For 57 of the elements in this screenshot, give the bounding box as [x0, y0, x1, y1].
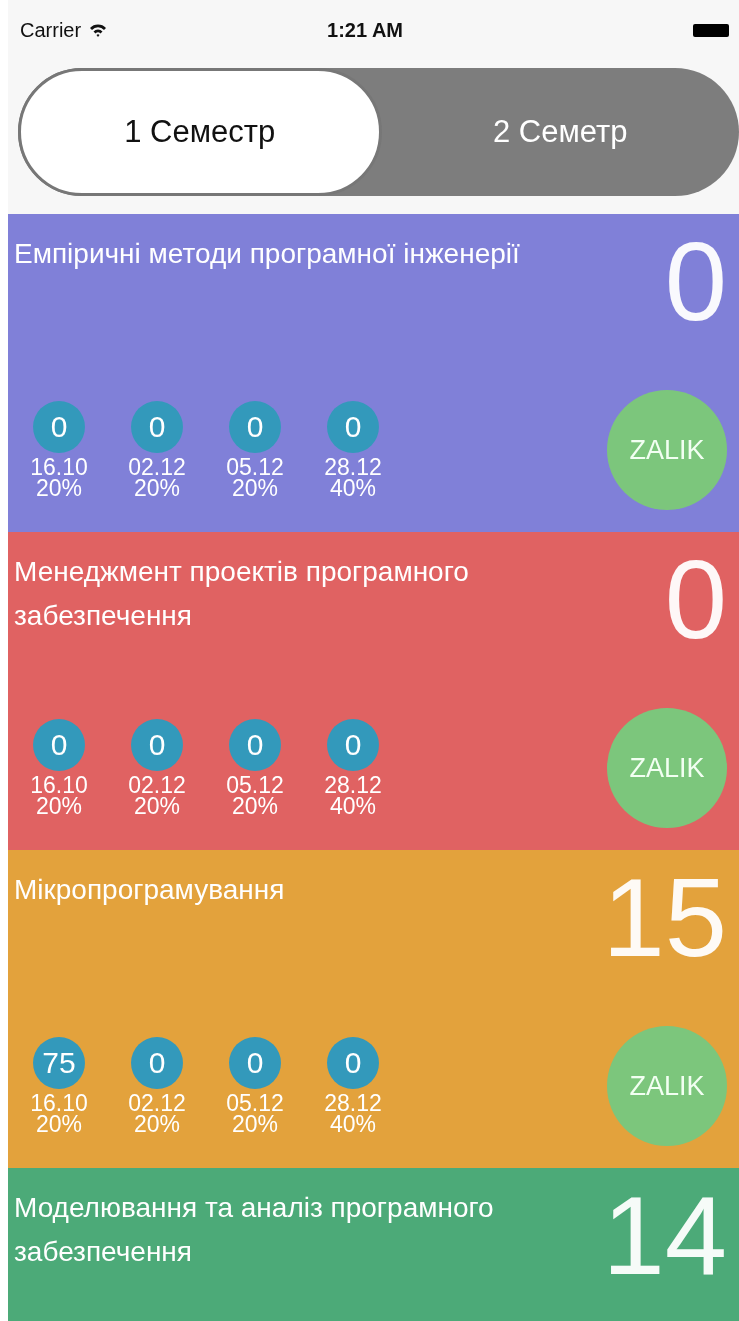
mark-date: 02.12 — [128, 457, 186, 478]
zalik-button[interactable]: ZALIK — [607, 1026, 727, 1146]
mark-weight: 20% — [35, 796, 82, 817]
subject-score: 15 — [602, 862, 727, 974]
mark-weight: 40% — [329, 796, 376, 817]
mark-date: 05.12 — [226, 457, 284, 478]
mark-value: 0 — [131, 719, 183, 771]
subject-score: 0 — [664, 544, 727, 656]
mark-date: 16.10 — [30, 775, 88, 796]
mark-date: 02.12 — [128, 775, 186, 796]
subject-title: Емпіричні методи програмної інженерії — [14, 237, 520, 271]
mark-weight: 20% — [133, 796, 180, 817]
mark-value: 75 — [33, 1037, 85, 1089]
subject-card[interactable]: Менеджмент проектів програмного забезпечення 0 0 16.10 20% 0 02.12 20% 0 05.12 20% 0 28.12 40% ZALIK — [8, 532, 739, 850]
subject-card[interactable]: Мікропрограмування 15 75 16.10 20% 0 02.12 20% 0 05.12 20% 0 28.12 40% ZALIK — [8, 850, 739, 1168]
mark-weight: 20% — [231, 478, 278, 499]
subject-title: Моделювання та аналіз програмного забезпечення — [14, 1191, 495, 1269]
mark-date: 28.12 — [324, 1093, 382, 1114]
mark-value: 0 — [33, 719, 85, 771]
mark-value: 0 — [131, 401, 183, 453]
mark-weight: 20% — [133, 478, 180, 499]
mark-weight: 20% — [231, 1114, 278, 1135]
mark-value: 0 — [33, 401, 85, 453]
semester-tab[interactable]: 2 Семетр — [381, 68, 739, 196]
mark-date: 28.12 — [324, 457, 382, 478]
mark-date: 05.12 — [226, 775, 284, 796]
mark-weight: 20% — [35, 1114, 82, 1135]
mark-date: 05.12 — [226, 1093, 284, 1114]
subject-title: Мікропрограмування — [14, 873, 285, 907]
subject-title: Менеджмент проектів програмного забезпечення — [14, 555, 470, 633]
mark-value: 0 — [327, 401, 379, 453]
mark-value: 0 — [131, 1037, 183, 1089]
subject-score: 0 — [664, 226, 727, 338]
wifi-icon — [89, 23, 108, 37]
mark-value: 0 — [229, 719, 281, 771]
mark-value: 0 — [327, 719, 379, 771]
mark-value: 0 — [229, 401, 281, 453]
mark-weight: 20% — [133, 1114, 180, 1135]
subject-card[interactable]: Емпіричні методи програмної інженерії 0 0 16.10 20% 0 02.12 20% 0 05.12 20% 0 28.12 40% ZALIK — [8, 214, 739, 532]
semester-tab[interactable]: 1 Семестр — [18, 68, 382, 196]
mark-date: 16.10 — [30, 457, 88, 478]
mark-weight: 20% — [35, 478, 82, 499]
zalik-button[interactable]: ZALIK — [607, 390, 727, 510]
mark-value: 0 — [229, 1037, 281, 1089]
mark-weight: 40% — [329, 478, 376, 499]
mark-date: 16.10 — [30, 1093, 88, 1114]
zalik-button[interactable]: ZALIK — [607, 708, 727, 828]
mark-weight: 20% — [231, 796, 278, 817]
mark-value: 0 — [327, 1037, 379, 1089]
status-time: 1:21 AM — [327, 18, 404, 42]
carrier-name: Carrier — [20, 18, 82, 42]
subject-card[interactable]: Моделювання та аналіз програмного забезпечення 14 — [8, 1168, 739, 1321]
mark-date: 02.12 — [128, 1093, 186, 1114]
subject-score: 14 — [602, 1180, 727, 1292]
mark-date: 28.12 — [324, 775, 382, 796]
mark-weight: 40% — [329, 1114, 376, 1135]
battery-icon — [693, 23, 729, 37]
